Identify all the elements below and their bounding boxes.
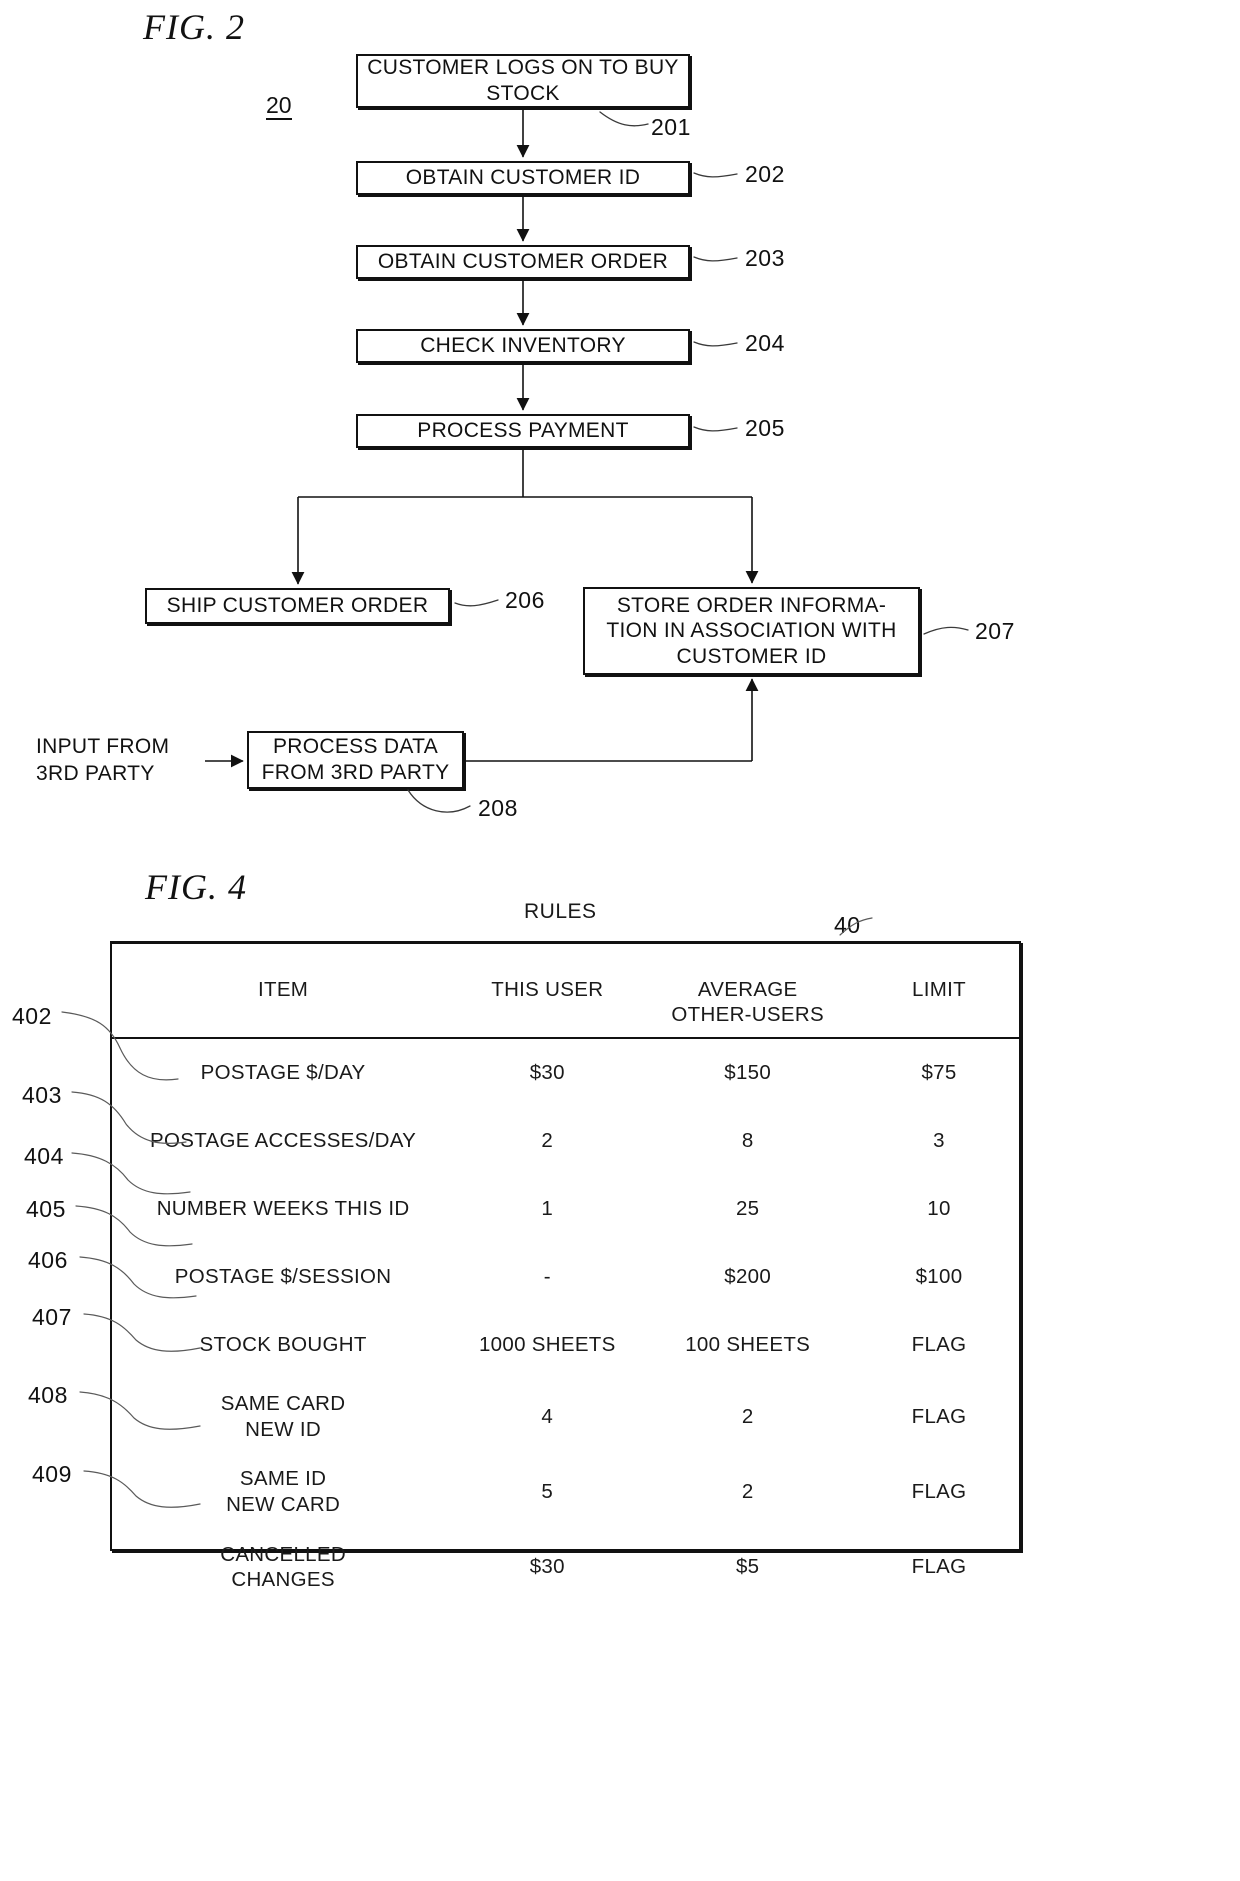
column-header-average-other-users: AVERAGE OTHER-USERS [638, 941, 857, 1039]
table-header-row: ITEM THIS USER AVERAGE OTHER-USERS LIMIT [110, 941, 1021, 1039]
row-average: 100 SHEETS [685, 1333, 811, 1357]
row-this-user: $30 [529, 1061, 565, 1085]
flow-ref-207: 207 [975, 618, 1015, 644]
row-item: POSTAGE $/DAY [200, 1061, 366, 1085]
rules-row-ref-404: 404 [24, 1143, 64, 1169]
row-item: SAME CARD NEW ID [220, 1392, 346, 1441]
fig2-diagram-ref: 20 [266, 93, 292, 121]
flow-ref-206: 206 [505, 587, 545, 613]
flow-step-label: CUSTOMER LOGS ON TO BUY STOCK [367, 56, 679, 105]
table-row: SAME ID NEW CARD 5 2 FLAG [110, 1454, 1021, 1529]
column-header-this-user: THIS USER [456, 941, 639, 1039]
flow-step-label: PROCESS PAYMENT [417, 419, 629, 443]
flow-step-ship-customer-order: SHIP CUSTOMER ORDER [145, 588, 450, 624]
row-item: NUMBER WEEKS THIS ID [156, 1197, 410, 1221]
row-average: 2 [741, 1480, 754, 1504]
flow-step-obtain-customer-order: OBTAIN CUSTOMER ORDER [356, 245, 690, 279]
row-average: $5 [735, 1555, 760, 1579]
row-this-user: 5 [541, 1480, 554, 1504]
leader-207 [923, 626, 969, 635]
flow-ref-202: 202 [745, 161, 785, 187]
row-limit: FLAG [911, 1404, 967, 1428]
row-average: $150 [724, 1061, 772, 1085]
rules-table-caption: RULES [524, 900, 597, 923]
row-limit: 10 [927, 1197, 951, 1221]
rules-table: ITEM THIS USER AVERAGE OTHER-USERS LIMIT… [110, 941, 1021, 1605]
rules-row-ref-403: 403 [22, 1082, 62, 1108]
flow-step-label: STORE ORDER INFORMA- TION IN ASSOCIATION… [606, 593, 897, 668]
table-row: STOCK BOUGHT 1000 SHEETS 100 SHEETS FLAG [110, 1311, 1021, 1379]
column-header-limit: LIMIT [857, 941, 1021, 1039]
table-row: POSTAGE $/SESSION - $200 $100 [110, 1243, 1021, 1311]
flow-step-label: CHECK INVENTORY [420, 334, 626, 358]
leader-201 [599, 111, 649, 127]
row-item: SAME ID NEW CARD [226, 1467, 341, 1516]
leader-205 [693, 426, 738, 432]
flow-step-process-payment: PROCESS PAYMENT [356, 414, 690, 448]
fig2-title: FIG. 2 [143, 7, 245, 47]
leader-206 [454, 599, 499, 607]
table-row: POSTAGE $/DAY $30 $150 $75 [110, 1038, 1021, 1107]
flow-step-label: PROCESS DATA FROM 3RD PARTY [261, 735, 450, 784]
flow-ref-208: 208 [478, 795, 518, 821]
flow-step-customer-logs-on: CUSTOMER LOGS ON TO BUY STOCK [356, 54, 690, 108]
rules-row-ref-409: 409 [32, 1461, 72, 1487]
row-average: 8 [741, 1129, 754, 1153]
rules-table-ref: 40 [834, 912, 861, 938]
row-this-user: 2 [541, 1129, 554, 1153]
external-input-label: INPUT FROM 3RD PARTY [36, 735, 170, 786]
row-this-user: - [543, 1265, 551, 1289]
flow-step-obtain-customer-id: OBTAIN CUSTOMER ID [356, 161, 690, 195]
flow-ref-201: 201 [651, 114, 691, 140]
row-average: $200 [724, 1265, 772, 1289]
row-this-user: 1000 SHEETS [478, 1333, 616, 1357]
flow-ref-205: 205 [745, 415, 785, 441]
table-row: SAME CARD NEW ID 4 2 FLAG [110, 1379, 1021, 1454]
row-average: 2 [741, 1404, 754, 1428]
rules-table-container: ITEM THIS USER AVERAGE OTHER-USERS LIMIT… [110, 941, 1021, 1591]
patent-figure-page: FIG. 2 20 CUSTOMER LOGS ON TO BUY STOCK … [0, 0, 1240, 1881]
leader-203 [693, 256, 738, 262]
flow-step-store-order-information: STORE ORDER INFORMA- TION IN ASSOCIATION… [583, 587, 920, 675]
rules-row-ref-406: 406 [28, 1247, 68, 1273]
row-item: POSTAGE ACCESSES/DAY [150, 1129, 417, 1153]
row-average: 25 [735, 1197, 760, 1221]
row-limit: 3 [933, 1129, 945, 1153]
row-item: POSTAGE $/SESSION [174, 1265, 392, 1289]
leader-202 [693, 172, 738, 178]
row-item: CANCELLED CHANGES [220, 1542, 346, 1592]
leader-lines-fig2 [407, 111, 969, 813]
row-this-user: 4 [541, 1404, 554, 1428]
rules-row-ref-407: 407 [32, 1304, 72, 1330]
row-limit: FLAG [911, 1555, 967, 1579]
leader-208 [407, 789, 471, 813]
table-row: NUMBER WEEKS THIS ID 1 25 10 [110, 1175, 1021, 1243]
flow-ref-204: 204 [745, 330, 785, 356]
rules-row-ref-402: 402 [12, 1003, 52, 1029]
rules-row-ref-405: 405 [26, 1196, 66, 1222]
table-row: CANCELLED CHANGES $30 $5 FLAG [110, 1530, 1021, 1605]
rules-row-ref-408: 408 [28, 1382, 68, 1408]
row-this-user: 1 [541, 1197, 554, 1221]
flow-step-label: SHIP CUSTOMER ORDER [166, 594, 429, 618]
row-limit: FLAG [911, 1333, 967, 1357]
flow-ref-203: 203 [745, 245, 785, 271]
column-header-item: ITEM [110, 941, 457, 1039]
flow-step-label: OBTAIN CUSTOMER ORDER [377, 250, 669, 274]
fig4-title: FIG. 4 [145, 867, 247, 907]
row-limit: FLAG [911, 1480, 967, 1504]
leader-204 [693, 341, 738, 347]
row-limit: $75 [921, 1061, 957, 1085]
row-item: STOCK BOUGHT [199, 1333, 367, 1357]
row-limit: $100 [915, 1265, 963, 1289]
flow-step-label: OBTAIN CUSTOMER ID [405, 166, 641, 190]
row-this-user: $30 [529, 1555, 565, 1579]
table-row: POSTAGE ACCESSES/DAY 2 8 3 [110, 1107, 1021, 1175]
flow-step-check-inventory: CHECK INVENTORY [356, 329, 690, 363]
flow-step-process-data-3rd-party: PROCESS DATA FROM 3RD PARTY [247, 731, 464, 789]
